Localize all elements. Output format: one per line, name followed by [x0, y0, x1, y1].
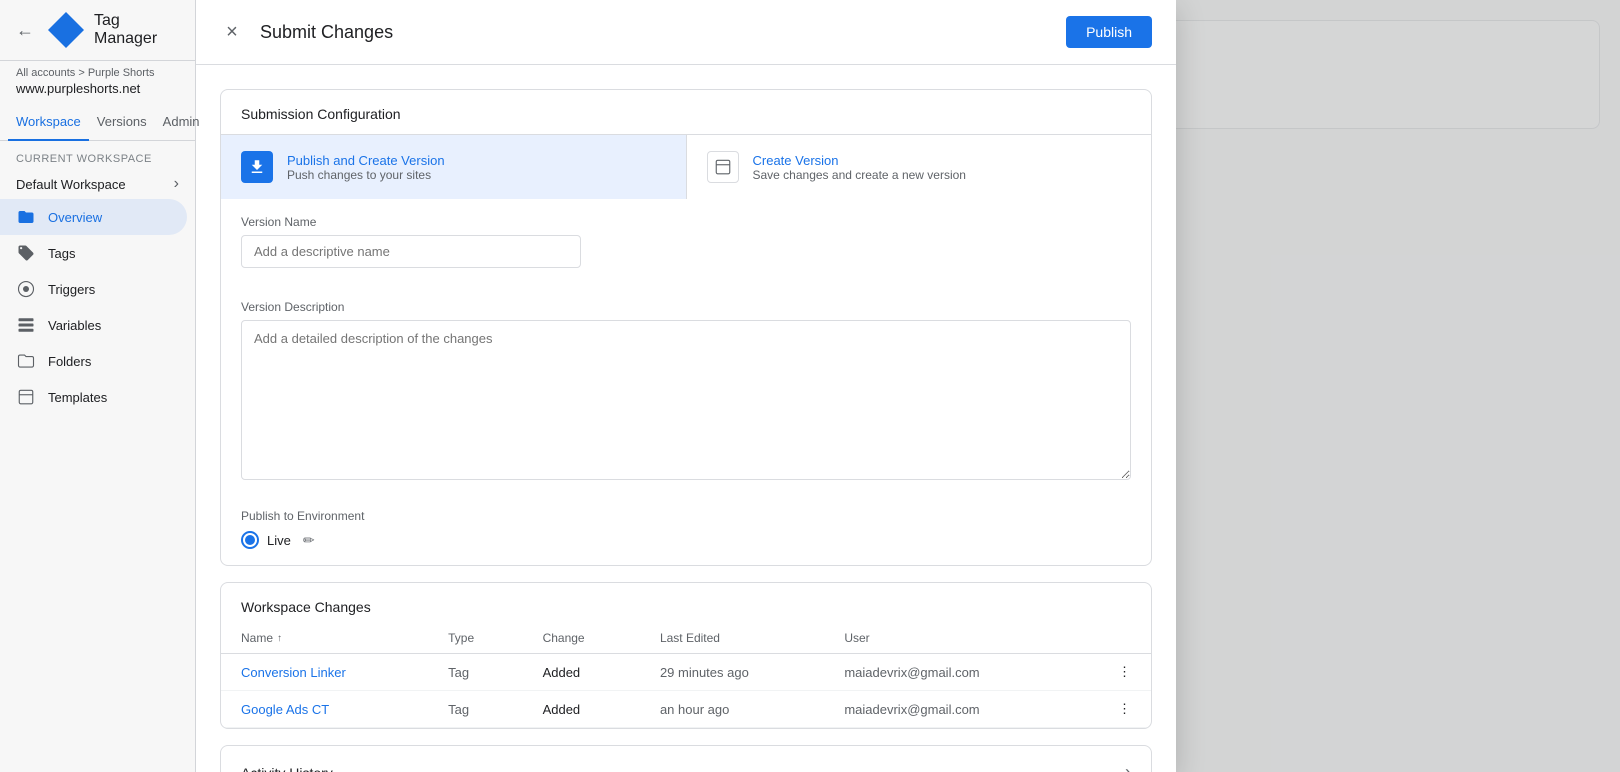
chevron-right-activity-icon: ›: [1125, 762, 1131, 772]
publish-env-section: Publish to Environment Live ✏: [221, 501, 1151, 565]
version-desc-section: Version Description: [221, 284, 1151, 501]
sidebar-item-folders-label: Folders: [48, 354, 91, 369]
close-button[interactable]: ×: [220, 20, 244, 44]
sidebar-item-variables[interactable]: Variables: [0, 307, 187, 343]
row2-last-edited: an hour ago: [640, 691, 824, 728]
sidebar-item-tags[interactable]: Tags: [0, 235, 187, 271]
modal-body: Submission Configuration Publish and Cre…: [196, 65, 1176, 772]
templates-icon: [16, 387, 36, 407]
sidebar-item-triggers-label: Triggers: [48, 282, 95, 297]
col-actions: [1075, 623, 1151, 654]
sidebar-item-overview-label: Overview: [48, 210, 102, 225]
env-name: Live: [267, 533, 291, 548]
create-option-desc: Save changes and create a new version: [753, 168, 966, 182]
create-option-text: Create Version Save changes and create a…: [753, 153, 966, 182]
version-desc-label: Version Description: [241, 300, 1131, 314]
modal-title: Submit Changes: [260, 22, 1050, 43]
sidebar-item-templates-label: Templates: [48, 390, 107, 405]
workspace-section-label: CURRENT WORKSPACE: [0, 141, 195, 169]
version-name-section: Version Name: [221, 199, 1151, 284]
row2-menu-icon[interactable]: ⋮: [1075, 691, 1151, 728]
app-title: Tag Manager: [94, 12, 179, 48]
row2-change: Added: [523, 691, 640, 728]
tab-workspace[interactable]: Workspace: [8, 104, 89, 141]
tab-versions[interactable]: Versions: [89, 104, 155, 141]
workspace-selector[interactable]: Default Workspace ›: [0, 169, 195, 199]
tab-admin[interactable]: Admin: [155, 104, 208, 141]
chevron-right-icon: ›: [174, 175, 179, 193]
row1-user: maiadevrix@gmail.com: [824, 654, 1075, 691]
col-type: Type: [428, 623, 522, 654]
env-item: Live ✏: [241, 531, 1131, 549]
activity-history-card: Activity History ›: [220, 745, 1152, 772]
sidebar-item-folders[interactable]: Folders: [0, 343, 187, 379]
publish-button[interactable]: Publish: [1066, 16, 1152, 48]
folders-icon: [16, 351, 36, 371]
version-desc-textarea[interactable]: [241, 320, 1131, 480]
folder-open-icon: [16, 207, 36, 227]
env-label: Publish to Environment: [241, 509, 1131, 523]
activity-history-title: Activity History: [241, 765, 333, 772]
account-info: All accounts > Purple Shorts: [0, 61, 195, 81]
row1-menu-icon[interactable]: ⋮: [1075, 654, 1151, 691]
workspace-changes-title: Workspace Changes: [241, 599, 371, 615]
row1-type: Tag: [428, 654, 522, 691]
col-change: Change: [523, 623, 640, 654]
sidebar-header: ← Tag Manager: [0, 0, 195, 61]
submission-config-card: Submission Configuration Publish and Cre…: [220, 89, 1152, 566]
row2-type: Tag: [428, 691, 522, 728]
row1-last-edited: 29 minutes ago: [640, 654, 824, 691]
version-name-label: Version Name: [241, 215, 1131, 229]
create-version-option[interactable]: Create Version Save changes and create a…: [686, 135, 1152, 199]
submission-config-title: Submission Configuration: [221, 90, 1151, 134]
row1-change: Added: [523, 654, 640, 691]
create-version-icon: [707, 151, 739, 183]
col-name: Name ↑: [221, 623, 428, 654]
account-url: www.purpleshorts.net: [0, 81, 195, 104]
row2-user: maiadevrix@gmail.com: [824, 691, 1075, 728]
sort-arrow-icon: ↑: [277, 633, 282, 644]
tag-icon: [16, 243, 36, 263]
back-button[interactable]: ←: [16, 20, 34, 41]
sidebar-item-triggers[interactable]: Triggers: [0, 271, 187, 307]
logo-icon: [48, 12, 84, 48]
activity-history-header[interactable]: Activity History ›: [221, 746, 1151, 772]
modal-overlay: × Submit Changes Publish Submission Conf…: [196, 0, 1620, 772]
sidebar-item-templates[interactable]: Templates: [0, 379, 187, 415]
workspace-name: Default Workspace: [16, 177, 126, 192]
sidebar-item-overview[interactable]: Overview: [0, 199, 187, 235]
workspace-changes-table: Name ↑ Type Change Last Edited User: [221, 623, 1151, 728]
edit-env-icon[interactable]: ✏: [303, 532, 315, 549]
sidebar: ← Tag Manager All accounts > Purple Shor…: [0, 0, 196, 772]
workspace-changes-card: Workspace Changes Name ↑: [220, 582, 1152, 729]
nav-tabs: Workspace Versions Admin: [0, 104, 195, 141]
main-area: New Tag Choose from over 50 tag types Ad…: [196, 0, 1620, 772]
variables-icon: [16, 315, 36, 335]
table-row: Conversion Linker Tag Added 29 minutes a…: [221, 654, 1151, 691]
create-option-title: Create Version: [753, 153, 966, 168]
publish-option-desc: Push changes to your sites: [287, 168, 445, 182]
bolt-icon: [16, 279, 36, 299]
modal-panel: × Submit Changes Publish Submission Conf…: [196, 0, 1176, 772]
sidebar-item-tags-label: Tags: [48, 246, 75, 261]
row2-name[interactable]: Google Ads CT: [221, 691, 428, 728]
publish-icon: [241, 151, 273, 183]
row1-name[interactable]: Conversion Linker: [221, 654, 428, 691]
config-options: Publish and Create Version Push changes …: [221, 134, 1151, 199]
workspace-changes-header: Workspace Changes: [221, 583, 1151, 623]
publish-option-title: Publish and Create Version: [287, 153, 445, 168]
version-name-input[interactable]: [241, 235, 581, 268]
publish-create-version-option[interactable]: Publish and Create Version Push changes …: [221, 135, 686, 199]
sidebar-item-variables-label: Variables: [48, 318, 101, 333]
col-user: User: [824, 623, 1075, 654]
col-last-edited: Last Edited: [640, 623, 824, 654]
publish-option-text: Publish and Create Version Push changes …: [287, 153, 445, 182]
table-row: Google Ads CT Tag Added an hour ago maia…: [221, 691, 1151, 728]
modal-header: × Submit Changes Publish: [196, 0, 1176, 65]
env-radio[interactable]: [241, 531, 259, 549]
